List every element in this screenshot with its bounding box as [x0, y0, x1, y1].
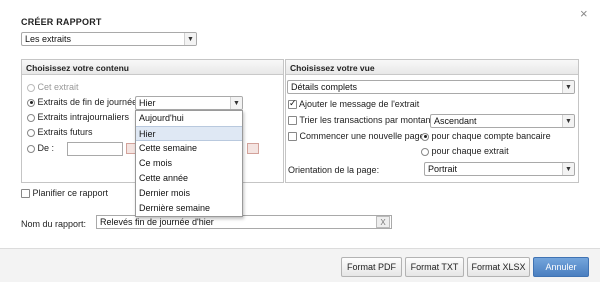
radio-end-of-day[interactable]: [27, 98, 35, 107]
clear-name-button[interactable]: X: [376, 216, 390, 228]
option-label: Extraits futurs: [37, 127, 93, 137]
report-type-select[interactable]: Les extraits ▼: [21, 32, 197, 46]
report-name-label: Nom du rapport:: [21, 219, 87, 229]
add-message-label: Ajouter le message de l'extrait: [299, 99, 420, 109]
format-txt-button[interactable]: Format TXT: [405, 257, 464, 277]
per-statement-option[interactable]: pour chaque extrait: [421, 146, 509, 156]
schedule-label: Planifier ce rapport: [32, 188, 109, 198]
period-option[interactable]: Ce mois: [136, 156, 242, 171]
period-option[interactable]: Cette année: [136, 171, 242, 186]
sort-select[interactable]: Ascendant ▼: [430, 114, 575, 128]
period-option[interactable]: Dernière semaine: [136, 201, 242, 216]
period-dropdown-list: Aujourd'hui Hier Cette semaine Ce mois C…: [135, 110, 243, 217]
from-date-input[interactable]: [67, 142, 123, 156]
option-this-statement[interactable]: Cet extrait: [27, 82, 79, 92]
cancel-button[interactable]: Annuler: [533, 257, 589, 277]
radio-this-statement[interactable]: [27, 83, 35, 92]
period-option[interactable]: Aujourd'hui: [136, 111, 242, 126]
new-page-option[interactable]: Commencer une nouvelle page: [288, 131, 425, 142]
sort-checkbox[interactable]: [288, 116, 297, 126]
new-page-checkbox[interactable]: [288, 132, 297, 142]
period-select[interactable]: Hier ▼: [135, 96, 243, 110]
chevron-down-icon: ▼: [230, 97, 242, 109]
option-label: De :: [37, 143, 55, 153]
radio-per-account[interactable]: [421, 132, 429, 141]
report-type-value: Les extraits: [25, 34, 72, 44]
add-message-option[interactable]: Ajouter le message de l'extrait: [288, 98, 420, 110]
chevron-down-icon: ▼: [562, 163, 574, 175]
add-message-checkbox[interactable]: [288, 98, 297, 110]
view-value: Détails complets: [291, 82, 358, 92]
content-panel-header: Choisissez votre contenu: [22, 60, 283, 75]
per-account-label: pour chaque compte bancaire: [431, 131, 551, 141]
radio-per-statement[interactable]: [421, 147, 429, 156]
radio-intraday[interactable]: [27, 113, 35, 122]
option-label: Cet extrait: [37, 82, 79, 92]
period-value: Hier: [139, 98, 156, 108]
calendar-icon[interactable]: [247, 143, 259, 154]
option-from[interactable]: De :: [27, 143, 54, 153]
period-option[interactable]: Dernier mois: [136, 186, 242, 201]
sort-option[interactable]: Trier les transactions par montant: [288, 115, 434, 126]
dialog-title: CRÉER RAPPORT: [21, 17, 102, 27]
radio-from[interactable]: [27, 144, 35, 153]
format-pdf-button[interactable]: Format PDF: [341, 257, 402, 277]
option-future[interactable]: Extraits futurs: [27, 127, 93, 137]
close-icon[interactable]: ×: [580, 6, 588, 21]
radio-future[interactable]: [27, 128, 35, 137]
option-label: Extraits de fin de journée: [37, 97, 138, 107]
sort-label: Trier les transactions par montant: [299, 115, 434, 125]
option-intraday[interactable]: Extraits intrajournaliers: [27, 112, 129, 122]
chevron-down-icon: ▼: [184, 33, 196, 45]
view-select[interactable]: Détails complets ▼: [287, 80, 575, 94]
format-xlsx-button[interactable]: Format XLSX: [467, 257, 530, 277]
view-panel-header: Choisissez votre vue: [286, 60, 578, 75]
sort-value: Ascendant: [434, 116, 477, 126]
orientation-label: Orientation de la page:: [288, 165, 380, 175]
schedule-checkbox[interactable]: [21, 189, 30, 199]
report-name-value: Relevés fin de journée d'hier: [100, 217, 214, 227]
option-label: Extraits intrajournaliers: [37, 112, 130, 122]
option-end-of-day[interactable]: Extraits de fin de journée: [27, 97, 137, 107]
chevron-down-icon: ▼: [562, 115, 574, 127]
orientation-select[interactable]: Portrait ▼: [424, 162, 575, 176]
per-statement-label: pour chaque extrait: [431, 146, 509, 156]
period-option-selected[interactable]: Hier: [136, 126, 242, 141]
schedule-report[interactable]: Planifier ce rapport: [21, 188, 109, 199]
orientation-value: Portrait: [428, 164, 458, 174]
report-name-input[interactable]: Relevés fin de journée d'hier: [96, 215, 392, 229]
chevron-down-icon: ▼: [562, 81, 574, 93]
period-option[interactable]: Cette semaine: [136, 141, 242, 156]
per-account-option[interactable]: pour chaque compte bancaire: [421, 131, 551, 141]
new-page-label: Commencer une nouvelle page: [299, 131, 425, 141]
